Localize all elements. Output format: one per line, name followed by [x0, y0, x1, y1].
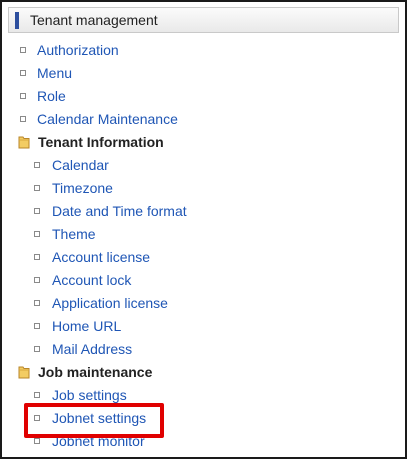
bullet-icon	[34, 438, 40, 444]
menu-item-calendar-maintenance[interactable]: Calendar Maintenance	[37, 109, 178, 129]
panel-header: Tenant management	[8, 7, 399, 33]
highlight-annotation-box	[24, 403, 164, 438]
panel-title: Tenant management	[30, 12, 158, 28]
group-tenant-information[interactable]: Tenant Information	[38, 132, 164, 152]
header-accent-bar	[15, 12, 19, 29]
bullet-icon	[34, 277, 40, 283]
group-job-maintenance[interactable]: Job maintenance	[38, 362, 152, 382]
bullet-icon	[20, 47, 26, 53]
bullet-icon	[20, 116, 26, 122]
menu-item-job-settings[interactable]: Job settings	[52, 385, 127, 405]
menu-item-account-license[interactable]: Account license	[52, 247, 150, 267]
folder-icon	[18, 136, 30, 149]
bullet-icon	[34, 254, 40, 260]
bullet-icon	[34, 208, 40, 214]
menu-item-mail-address[interactable]: Mail Address	[52, 339, 132, 359]
menu-item-theme[interactable]: Theme	[52, 224, 96, 244]
bullet-icon	[34, 300, 40, 306]
menu-item-timezone[interactable]: Timezone	[52, 178, 113, 198]
menu-item-application-license[interactable]: Application license	[52, 293, 168, 313]
menu-item-calendar[interactable]: Calendar	[52, 155, 109, 175]
menu-item-date-and-time-format[interactable]: Date and Time format	[52, 201, 187, 221]
menu-item-role[interactable]: Role	[37, 86, 66, 106]
menu-item-authorization[interactable]: Authorization	[37, 40, 119, 60]
bullet-icon	[20, 93, 26, 99]
menu-item-menu[interactable]: Menu	[37, 63, 72, 83]
bullet-icon	[20, 70, 26, 76]
tenant-management-panel: Tenant management Authorization Menu Rol…	[0, 0, 407, 459]
bullet-icon	[34, 392, 40, 398]
bullet-icon	[34, 346, 40, 352]
bullet-icon	[34, 231, 40, 237]
menu-item-account-lock[interactable]: Account lock	[52, 270, 131, 290]
menu-item-home-url[interactable]: Home URL	[52, 316, 121, 336]
bullet-icon	[34, 185, 40, 191]
bullet-icon	[34, 162, 40, 168]
bullet-icon	[34, 323, 40, 329]
folder-icon	[18, 366, 30, 379]
